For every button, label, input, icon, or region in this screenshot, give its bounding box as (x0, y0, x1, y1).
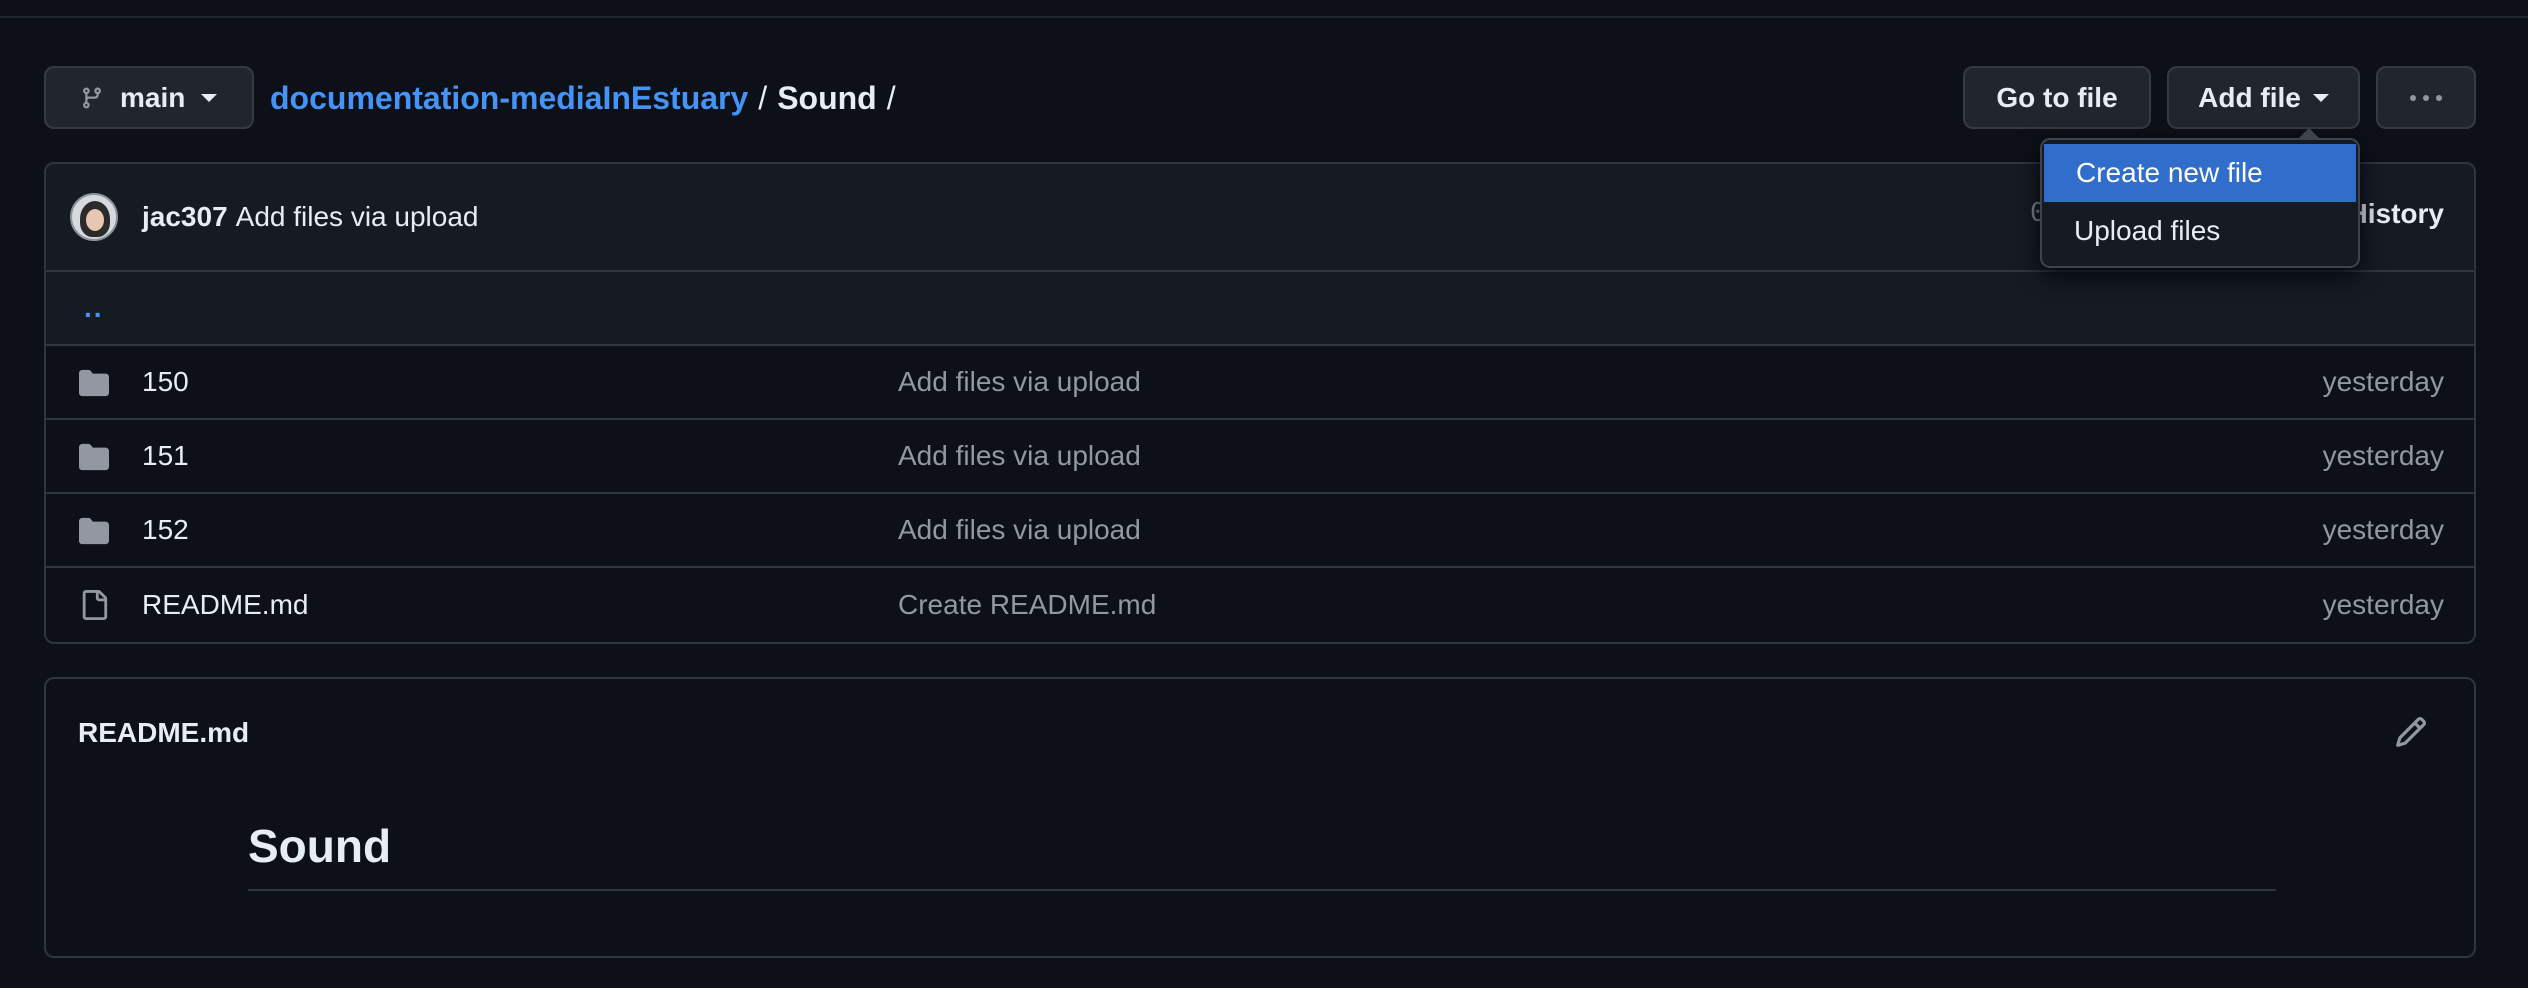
history-link[interactable]: History (2348, 198, 2444, 230)
readme-title[interactable]: README.md (78, 717, 249, 749)
parent-directory-row[interactable]: .. (46, 272, 2474, 346)
commit-message-link[interactable]: Add files via upload (236, 201, 479, 233)
file-commit-message-link[interactable]: Create README.md (898, 589, 1156, 621)
add-file-menu: Create new file Upload files (2040, 128, 2360, 268)
breadcrumb: documentation-mediaInEstuary / Sound / (270, 76, 896, 120)
branch-selector-button[interactable]: main (44, 66, 254, 129)
commit-author-link[interactable]: jac307 (142, 201, 228, 233)
menu-item-create-new-file[interactable]: Create new file (2044, 144, 2356, 202)
add-file-label: Add file (2198, 81, 2301, 113)
file-name-link[interactable]: 151 (142, 440, 189, 472)
breadcrumb-repo-link[interactable]: documentation-mediaInEstuary (270, 80, 748, 117)
file-commit-date: yesterday (2322, 514, 2444, 545)
file-icon (82, 590, 108, 620)
file-name-link[interactable]: 150 (142, 366, 189, 398)
go-to-file-button[interactable]: Go to file (1963, 66, 2151, 129)
branch-name: main (120, 81, 186, 113)
file-commit-message-link[interactable]: Add files via upload (898, 440, 1141, 472)
menu-item-upload-files[interactable]: Upload files (2042, 202, 2358, 260)
breadcrumb-current-dir: Sound (777, 79, 877, 116)
pencil-icon[interactable] (2394, 715, 2428, 749)
breadcrumb-separator: / (758, 79, 768, 116)
folder-icon (79, 517, 109, 545)
breadcrumb-separator: / (886, 79, 896, 116)
table-row[interactable]: 151 Add files via upload yesterday (46, 420, 2474, 494)
file-name-link[interactable]: README.md (142, 589, 308, 621)
file-commit-date: yesterday (2322, 440, 2444, 471)
avatar[interactable] (70, 193, 118, 241)
table-row[interactable]: 152 Add files via upload yesterday (46, 494, 2474, 568)
top-divider (0, 16, 2528, 18)
file-commit-date: yesterday (2322, 589, 2444, 620)
file-commit-date: yesterday (2322, 366, 2444, 397)
caret-down-icon (2312, 93, 2329, 102)
readme-panel: README.md Sound (44, 677, 2476, 958)
file-commit-message-link[interactable]: Add files via upload (898, 514, 1141, 546)
file-commit-message-link[interactable]: Add files via upload (898, 366, 1141, 398)
table-row[interactable]: 150 Add files via upload yesterday (46, 346, 2474, 420)
parent-directory-link[interactable]: .. (84, 292, 104, 324)
folder-icon (79, 369, 109, 397)
readme-heading: Sound (248, 819, 2276, 891)
file-name-link[interactable]: 152 (142, 514, 189, 546)
go-to-file-label: Go to file (1996, 81, 2118, 113)
caret-down-icon (201, 93, 218, 102)
git-branch-icon (82, 87, 101, 109)
folder-icon (79, 443, 109, 471)
kebab-horizontal-icon (2410, 94, 2442, 101)
table-row[interactable]: README.md Create README.md yesterday (46, 568, 2474, 642)
more-options-button[interactable] (2376, 66, 2476, 129)
add-file-button[interactable]: Add file (2167, 66, 2360, 129)
